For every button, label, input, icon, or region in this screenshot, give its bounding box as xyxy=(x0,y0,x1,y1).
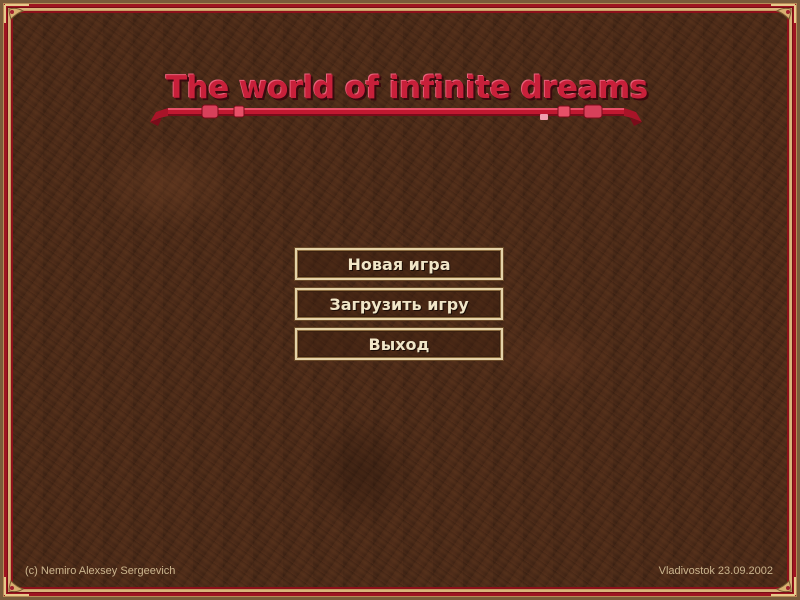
ornament-corner-icon xyxy=(771,577,796,596)
game-title: The world of infinite dreams xyxy=(148,68,648,134)
new-game-button[interactable]: Новая игра xyxy=(294,247,504,281)
exit-button[interactable]: Выход xyxy=(294,327,504,361)
new-game-label: Новая игра xyxy=(347,254,451,274)
place-date-credit: Vladivostok 23.09.2002 xyxy=(658,565,773,577)
author-credit: (c) Nemiro Alexsey Sergeevich xyxy=(25,565,176,577)
ornament-corner-icon xyxy=(4,577,29,596)
ornament-corner-icon xyxy=(4,4,29,23)
game-title-text: The world of infinite dreams xyxy=(166,70,648,106)
load-game-label: Загрузить игру xyxy=(329,294,469,314)
load-game-button[interactable]: Загрузить игру xyxy=(294,287,504,321)
ornament-corner-icon xyxy=(771,4,796,23)
main-menu-screen: The world of infinite dreams Новая игра … xyxy=(0,0,800,600)
ribbon-banner-icon xyxy=(150,104,642,126)
exit-label: Выход xyxy=(368,334,430,354)
